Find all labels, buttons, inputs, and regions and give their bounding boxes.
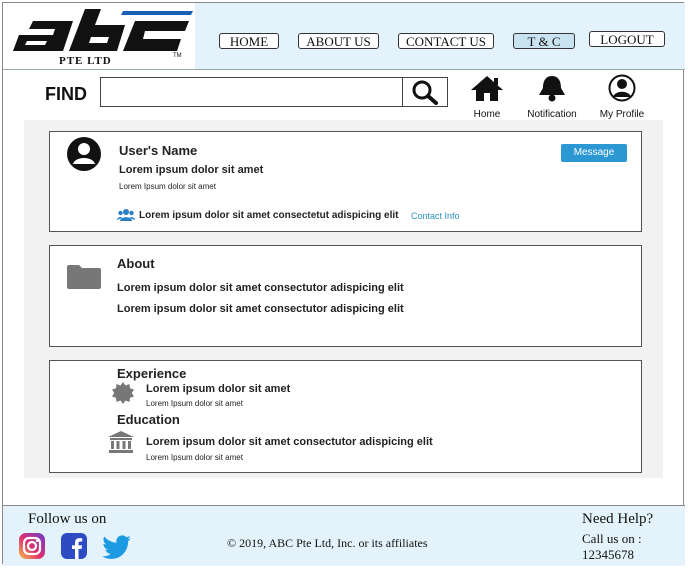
copyright-text: © 2019, ABC Pte Ltd, Inc. or its affilia…: [227, 536, 428, 550]
nav-terms-button[interactable]: T & C: [513, 33, 575, 49]
education-item-detail: Lorem Ipsum dolor sit amet: [146, 453, 243, 462]
search-button[interactable]: [402, 77, 448, 107]
nav-contact-button[interactable]: CONTACT US: [398, 33, 494, 49]
nav-about-button[interactable]: ABOUT US: [298, 33, 379, 49]
nav-home-button[interactable]: HOME: [219, 33, 279, 49]
company-logo[interactable]: TM PTE LTD: [3, 3, 195, 69]
folder-icon: [67, 265, 101, 289]
phone-number[interactable]: 12345678: [582, 547, 634, 563]
facebook-icon[interactable]: [60, 532, 88, 560]
experience-card: Experience Lorem ipsum dolor sit amet Lo…: [49, 360, 642, 473]
my-profile-label: My Profile: [599, 109, 645, 120]
notification-nav-item[interactable]: Notification: [522, 74, 582, 120]
connections-icon: [117, 209, 135, 221]
twitter-icon[interactable]: [102, 532, 132, 560]
badge-icon: [112, 382, 134, 404]
experience-title: Experience: [117, 366, 187, 381]
about-line: Lorem ipsum dolor sit amet consectutor a…: [117, 282, 404, 294]
notification-label: Notification: [527, 109, 577, 120]
user-name: User's Name: [119, 143, 198, 158]
svg-text:TM: TM: [173, 53, 182, 59]
home-label: Home: [473, 109, 501, 120]
user-subline: Lorem Ipsum dolor sit amet: [119, 182, 216, 191]
call-us-label: Call us on :: [582, 531, 642, 546]
user-circle-icon: [608, 74, 636, 102]
home-nav-item[interactable]: Home: [466, 74, 508, 120]
education-title: Education: [117, 412, 180, 427]
connections-text: Lorem ipsum dolor sit amet consectetut a…: [139, 210, 399, 221]
home-icon: [471, 76, 503, 101]
company-suffix: PTE LTD: [59, 55, 112, 67]
about-title: About: [117, 256, 155, 271]
logout-button[interactable]: LOGOUT: [589, 31, 665, 47]
search-input[interactable]: [100, 77, 403, 107]
experience-item-title: Lorem ipsum dolor sit amet: [146, 383, 291, 395]
follow-us-label: Follow us on: [28, 511, 107, 527]
avatar: [67, 137, 101, 171]
my-profile-nav-item[interactable]: My Profile: [594, 74, 650, 120]
logo-mark: TM: [13, 9, 193, 59]
message-button[interactable]: Message: [561, 144, 627, 162]
experience-item-detail: Lorem Ipsum dolor sit amet: [146, 399, 243, 408]
bell-icon: [539, 76, 565, 102]
profile-card: User's Name Lorem ipsum dolor sit amet L…: [49, 131, 642, 232]
about-line: Lorem ipsum dolor sit amet consectutor a…: [117, 303, 404, 315]
user-headline: Lorem ipsum dolor sit amet: [119, 164, 264, 176]
institution-icon: [108, 431, 134, 453]
instagram-icon[interactable]: [18, 532, 46, 560]
about-card: About Lorem ipsum dolor sit amet consect…: [49, 245, 642, 347]
education-item-title: Lorem ipsum dolor sit amet consectutor a…: [146, 436, 433, 448]
top-header: TM PTE LTD HOME ABOUT US CONTACT US T & …: [3, 3, 685, 70]
contact-info-link[interactable]: Contact Info: [411, 211, 460, 221]
find-label: FIND: [45, 84, 87, 104]
need-help-heading: Need Help?: [582, 511, 654, 527]
search-icon: [412, 80, 438, 105]
